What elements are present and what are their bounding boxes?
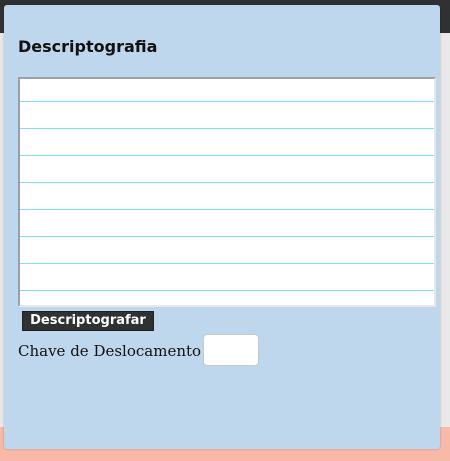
shift-key-input[interactable] bbox=[203, 334, 259, 366]
ciphertext-textarea[interactable] bbox=[18, 77, 436, 307]
shift-key-label: Chave de Deslocamento bbox=[18, 342, 202, 360]
decryption-panel: Descriptografia Descriptografar Chave de… bbox=[4, 5, 440, 449]
panel-title: Descriptografia bbox=[18, 37, 158, 56]
decrypt-button[interactable]: Descriptografar bbox=[22, 311, 154, 331]
